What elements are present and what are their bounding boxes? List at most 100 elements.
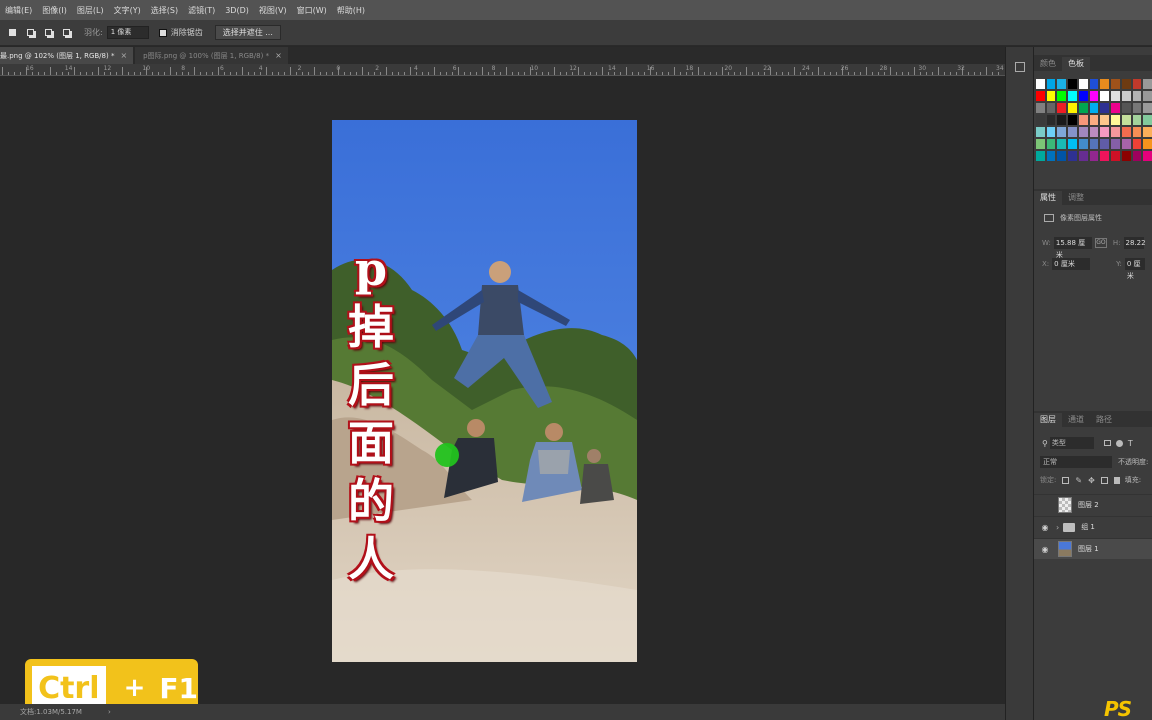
- eye-icon[interactable]: ◉: [1038, 523, 1052, 532]
- color-swatch[interactable]: [1111, 91, 1120, 101]
- color-swatch[interactable]: [1111, 139, 1120, 149]
- color-swatch[interactable]: [1036, 103, 1045, 113]
- color-swatch[interactable]: [1078, 115, 1088, 125]
- color-swatch[interactable]: [1036, 151, 1045, 161]
- menu-item[interactable]: 选择(S): [146, 5, 183, 16]
- color-swatch[interactable]: [1100, 127, 1110, 137]
- color-swatch[interactable]: [1078, 151, 1088, 161]
- color-swatch[interactable]: [1089, 127, 1099, 137]
- feather-input[interactable]: 1 像素: [106, 26, 149, 39]
- color-swatch[interactable]: [1132, 127, 1142, 137]
- color-swatch[interactable]: [1132, 139, 1142, 149]
- filter-type-icon[interactable]: T: [1128, 439, 1133, 448]
- layer-row[interactable]: ◉ › 组 1: [1034, 516, 1152, 537]
- color-swatch[interactable]: [1068, 79, 1077, 89]
- select-and-mask-button[interactable]: 选择并遮住 ...: [214, 25, 281, 40]
- color-swatch[interactable]: [1036, 127, 1045, 137]
- color-swatch[interactable]: [1121, 139, 1131, 149]
- color-swatch[interactable]: [1132, 79, 1142, 89]
- color-swatch[interactable]: [1132, 103, 1142, 113]
- color-swatch[interactable]: [1046, 139, 1056, 149]
- tab-paths[interactable]: 路径: [1090, 413, 1118, 427]
- color-swatch[interactable]: [1046, 115, 1056, 125]
- panel-toggle-icon[interactable]: [1015, 62, 1025, 72]
- color-swatch[interactable]: [1078, 79, 1088, 89]
- layer-row[interactable]: 图层 2: [1034, 494, 1152, 515]
- color-swatch[interactable]: [1068, 115, 1077, 125]
- tab-document-1[interactable]: 最.png @ 102% (图层 1, RGB/8) * ×: [0, 47, 134, 64]
- color-swatch[interactable]: [1143, 139, 1152, 149]
- lock-paint-icon[interactable]: ✎: [1075, 476, 1082, 485]
- tab-adjustments[interactable]: 调整: [1062, 191, 1090, 205]
- color-swatch[interactable]: [1121, 115, 1131, 125]
- color-swatch[interactable]: [1143, 151, 1152, 161]
- color-swatch[interactable]: [1100, 151, 1110, 161]
- tab-color[interactable]: 颜色: [1034, 57, 1062, 71]
- menu-item[interactable]: 窗口(W): [292, 5, 332, 16]
- color-swatch[interactable]: [1036, 139, 1045, 149]
- close-icon[interactable]: ×: [120, 51, 127, 60]
- color-swatch[interactable]: [1089, 103, 1099, 113]
- menu-item[interactable]: 图像(I): [37, 5, 72, 16]
- color-swatch[interactable]: [1132, 91, 1142, 101]
- tab-properties[interactable]: 属性: [1034, 191, 1062, 205]
- color-swatch[interactable]: [1111, 115, 1120, 125]
- add-selection-icon[interactable]: [24, 27, 36, 39]
- menu-item[interactable]: 滤镜(T): [183, 5, 220, 16]
- color-swatch[interactable]: [1057, 91, 1067, 101]
- color-swatch[interactable]: [1143, 127, 1152, 137]
- color-swatch[interactable]: [1100, 103, 1110, 113]
- color-swatch[interactable]: [1089, 79, 1099, 89]
- color-swatch[interactable]: [1068, 151, 1077, 161]
- status-menu-icon[interactable]: ›: [108, 708, 111, 716]
- color-swatch[interactable]: [1036, 79, 1045, 89]
- blend-mode-select[interactable]: 正常: [1040, 456, 1112, 468]
- eye-icon[interactable]: ◉: [1038, 545, 1052, 554]
- color-swatch[interactable]: [1121, 103, 1131, 113]
- color-swatch[interactable]: [1143, 103, 1152, 113]
- color-swatch[interactable]: [1100, 115, 1110, 125]
- color-swatch[interactable]: [1057, 115, 1067, 125]
- color-swatch[interactable]: [1068, 103, 1077, 113]
- layer-kind-select[interactable]: 类型: [1049, 437, 1094, 449]
- color-swatch[interactable]: [1057, 103, 1067, 113]
- menu-item[interactable]: 帮助(H): [332, 5, 370, 16]
- color-swatch[interactable]: [1036, 115, 1045, 125]
- color-swatch[interactable]: [1111, 151, 1120, 161]
- layer-row[interactable]: ◉ 图层 1: [1034, 538, 1152, 559]
- lock-move-icon[interactable]: ✥: [1088, 476, 1095, 485]
- color-swatch[interactable]: [1046, 103, 1056, 113]
- x-input[interactable]: 0 厘米: [1052, 258, 1091, 270]
- color-swatch[interactable]: [1089, 115, 1099, 125]
- color-swatch[interactable]: [1111, 79, 1120, 89]
- filter-pixel-icon[interactable]: [1103, 440, 1111, 446]
- y-input[interactable]: 0 厘米: [1124, 258, 1145, 280]
- new-selection-icon[interactable]: [6, 27, 18, 39]
- color-swatch[interactable]: [1046, 79, 1056, 89]
- color-swatch[interactable]: [1078, 127, 1088, 137]
- color-swatch[interactable]: [1078, 103, 1088, 113]
- tab-channels[interactable]: 通道: [1062, 413, 1090, 427]
- color-swatch[interactable]: [1121, 79, 1131, 89]
- menu-item[interactable]: 图层(L): [72, 5, 109, 16]
- color-swatch[interactable]: [1057, 151, 1067, 161]
- color-swatch[interactable]: [1100, 139, 1110, 149]
- color-swatch[interactable]: [1057, 79, 1067, 89]
- tab-document-2[interactable]: p图际.png @ 100% (图层 1, RGB/8) * ×: [135, 47, 288, 64]
- color-swatch[interactable]: [1143, 79, 1152, 89]
- color-swatch[interactable]: [1046, 151, 1056, 161]
- filter-adjust-icon[interactable]: [1115, 439, 1123, 447]
- menu-item[interactable]: 视图(V): [254, 5, 292, 16]
- color-swatch[interactable]: [1121, 151, 1131, 161]
- color-swatch[interactable]: [1132, 151, 1142, 161]
- tab-layers[interactable]: 图层: [1034, 413, 1062, 427]
- color-swatch[interactable]: [1036, 91, 1045, 101]
- menu-item[interactable]: 文字(Y): [109, 5, 146, 16]
- color-swatch[interactable]: [1078, 139, 1088, 149]
- color-swatch[interactable]: [1089, 151, 1099, 161]
- color-swatch[interactable]: [1068, 139, 1077, 149]
- color-swatch[interactable]: [1100, 79, 1110, 89]
- lock-transparent-icon[interactable]: [1062, 476, 1070, 484]
- menu-item[interactable]: 编辑(E): [0, 5, 37, 16]
- close-icon[interactable]: ×: [275, 51, 282, 60]
